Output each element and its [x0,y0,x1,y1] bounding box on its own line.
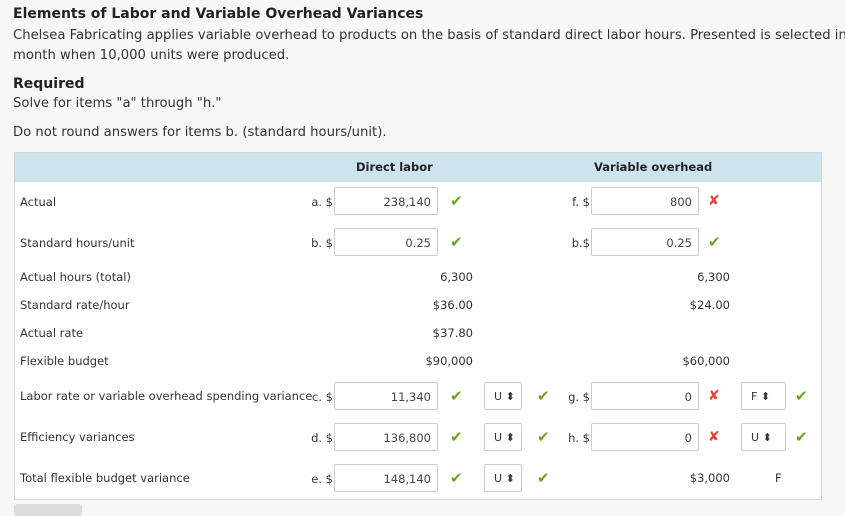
row-label: Labor rate or variable overhead spending… [20,389,313,403]
updown-icon: ⬍ [505,390,515,403]
instruction-1: Solve for items "a" through "h." [13,96,222,111]
page-title: Elements of Labor and Variable Overhead … [13,6,424,22]
select-value: U [494,472,503,485]
check-icon: ✔ [450,233,463,251]
instruction-2: Do not round answers for items b. (stand… [13,125,387,140]
row-label: Actual hours (total) [20,270,131,284]
cross-icon: ✘ [708,193,720,209]
input-b-overhead[interactable]: 0.25 [591,228,699,256]
dl-actual-rate: $37.80 [432,326,473,340]
vo-total-fu: F [775,471,782,485]
variance-table: Direct labor Variable overhead Actual a.… [14,152,822,500]
cross-icon: ✘ [708,429,720,445]
prefix-a: a. $ [311,195,333,209]
select-c-fu[interactable]: U ⬍ [484,382,522,410]
check-icon: ✔ [795,387,808,405]
col-variable-overhead: Variable overhead [594,160,713,174]
input-b-labor[interactable]: 0.25 [334,228,438,256]
select-h-fu[interactable]: U ⬍ [741,423,786,451]
check-icon: ✔ [537,469,550,487]
prefix-b: b. $ [311,236,333,250]
input-e[interactable]: 148,140 [334,464,438,492]
check-icon: ✔ [537,387,550,405]
intro-text: Chelsea Fabricating applies variable ove… [13,28,845,43]
vo-std-rate: $24.00 [689,298,730,312]
row-label: Actual [20,195,57,209]
dl-std-rate: $36.00 [432,298,473,312]
select-d-fu[interactable]: U ⬍ [484,423,522,451]
check-icon: ✔ [450,192,463,210]
dl-flex-budget: $90,000 [425,354,473,368]
select-value: F [751,390,758,403]
row-label: Total flexible budget variance [20,471,190,485]
updown-icon: ⬍ [505,472,515,485]
prefix-h: h. $ [568,431,590,445]
input-f[interactable]: 800 [591,187,699,215]
cross-icon: ✘ [708,388,720,404]
select-value: U [494,431,503,444]
input-d[interactable]: 136,800 [334,423,438,451]
required-heading: Required [13,76,85,92]
prefix-b-overhead: b.$ [571,236,590,250]
select-g-fu[interactable]: F ⬍ [741,382,786,410]
input-c[interactable]: 11,340 [334,382,438,410]
check-icon: ✔ [450,469,463,487]
input-h[interactable]: 0 [591,423,699,451]
row-label: Efficiency variances [20,430,135,444]
row-label: Standard hours/unit [20,236,135,250]
row-label: Standard rate/hour [20,298,130,312]
table-header: Direct labor Variable overhead [15,153,821,182]
input-a[interactable]: 238,140 [334,187,438,215]
action-button[interactable] [14,504,82,516]
updown-icon: ⬍ [760,390,771,403]
check-icon: ✔ [537,428,550,446]
check-icon: ✔ [450,428,463,446]
input-g[interactable]: 0 [591,382,699,410]
updown-icon: ⬍ [762,431,772,444]
check-icon: ✔ [450,387,463,405]
row-label: Flexible budget [20,354,109,368]
dl-actual-hours: 6,300 [440,270,473,284]
prefix-f: f. $ [572,195,590,209]
select-value: U [494,390,503,403]
prefix-d: d. $ [311,431,333,445]
select-e-fu[interactable]: U ⬍ [484,464,522,492]
row-label: Actual rate [20,326,84,340]
vo-actual-hours: 6,300 [697,270,730,284]
prefix-c: c. $ [312,390,333,404]
updown-icon: ⬍ [505,431,515,444]
intro-text-2: month when 10,000 units were produced. [13,48,290,63]
col-direct-labor: Direct labor [356,160,433,174]
vo-total-variance: $3,000 [689,471,730,485]
vo-flex-budget: $60,000 [682,354,730,368]
prefix-g: g. $ [568,390,590,404]
check-icon: ✔ [708,233,721,251]
prefix-e: e. $ [311,472,333,486]
check-icon: ✔ [795,428,808,446]
select-value: U [751,431,760,444]
